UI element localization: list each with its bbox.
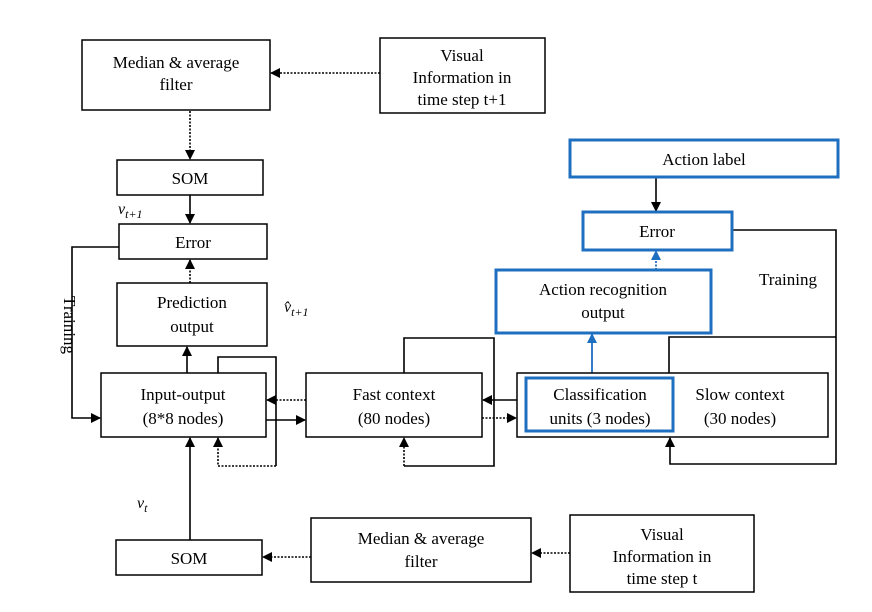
som-top: SOM xyxy=(116,159,264,196)
svg-text:Slow context: Slow context xyxy=(695,385,785,404)
svg-text:time step t+1: time step t+1 xyxy=(418,90,507,109)
svg-text:output: output xyxy=(581,303,625,322)
svg-text:Information in: Information in xyxy=(613,547,712,566)
svg-text:output: output xyxy=(170,317,214,336)
v-t-label: vt xyxy=(137,495,148,515)
action-label: Action label xyxy=(568,138,840,179)
svg-text:Visual: Visual xyxy=(640,525,684,544)
svg-text:Prediction: Prediction xyxy=(157,293,227,312)
action-recognition-output: Action recognition output xyxy=(494,268,713,335)
visual-info-top: Visual Information in time step t+1 xyxy=(379,37,546,114)
prediction-output: Prediction output xyxy=(116,282,268,347)
svg-text:Error: Error xyxy=(175,233,211,252)
v-t-plus-1-label: vt+1 xyxy=(118,201,143,221)
svg-text:Median & average: Median & average xyxy=(358,529,485,548)
svg-text:(80 nodes): (80 nodes) xyxy=(358,409,430,428)
svg-text:Classification: Classification xyxy=(553,385,647,404)
svg-text:(8*8 nodes): (8*8 nodes) xyxy=(143,409,224,428)
svg-text:filter: filter xyxy=(404,552,437,571)
error-left: Error xyxy=(118,223,268,260)
svg-text:Information in: Information in xyxy=(413,68,512,87)
median-filter-top: Median & average filter xyxy=(81,39,271,111)
svg-text:SOM: SOM xyxy=(172,169,209,188)
classification-units: Classification units (3 nodes) xyxy=(524,376,675,433)
svg-text:Visual: Visual xyxy=(440,46,484,65)
svg-text:Fast context: Fast context xyxy=(353,385,436,404)
svg-text:Action label: Action label xyxy=(662,150,746,169)
svg-text:time step t: time step t xyxy=(627,569,698,588)
architecture-diagram: Median & average filter Visual Informati… xyxy=(60,37,840,593)
svg-text:filter: filter xyxy=(159,75,192,94)
visual-info-bottom: Visual Information in time step t xyxy=(569,514,755,593)
svg-text:Input-output: Input-output xyxy=(141,385,226,404)
svg-text:SOM: SOM xyxy=(171,549,208,568)
training-label-right: Training xyxy=(759,270,817,289)
som-bottom: SOM xyxy=(115,539,263,576)
error-right: Error xyxy=(581,210,734,252)
training-label-left: Training xyxy=(60,296,79,354)
svg-text:units (3 nodes): units (3 nodes) xyxy=(549,409,650,428)
svg-text:Median & average: Median & average xyxy=(113,53,240,72)
svg-text:Action recognition: Action recognition xyxy=(539,280,667,299)
input-output-layer: Input-output (8*8 nodes) xyxy=(100,372,267,438)
svg-text:Error: Error xyxy=(639,222,675,241)
median-filter-bottom: Median & average filter xyxy=(310,517,532,583)
v-hat-t-plus-1-label: v̂t+1 xyxy=(284,299,309,319)
fast-context-layer: Fast context (80 nodes) xyxy=(305,372,483,438)
svg-text:(30 nodes): (30 nodes) xyxy=(704,409,776,428)
